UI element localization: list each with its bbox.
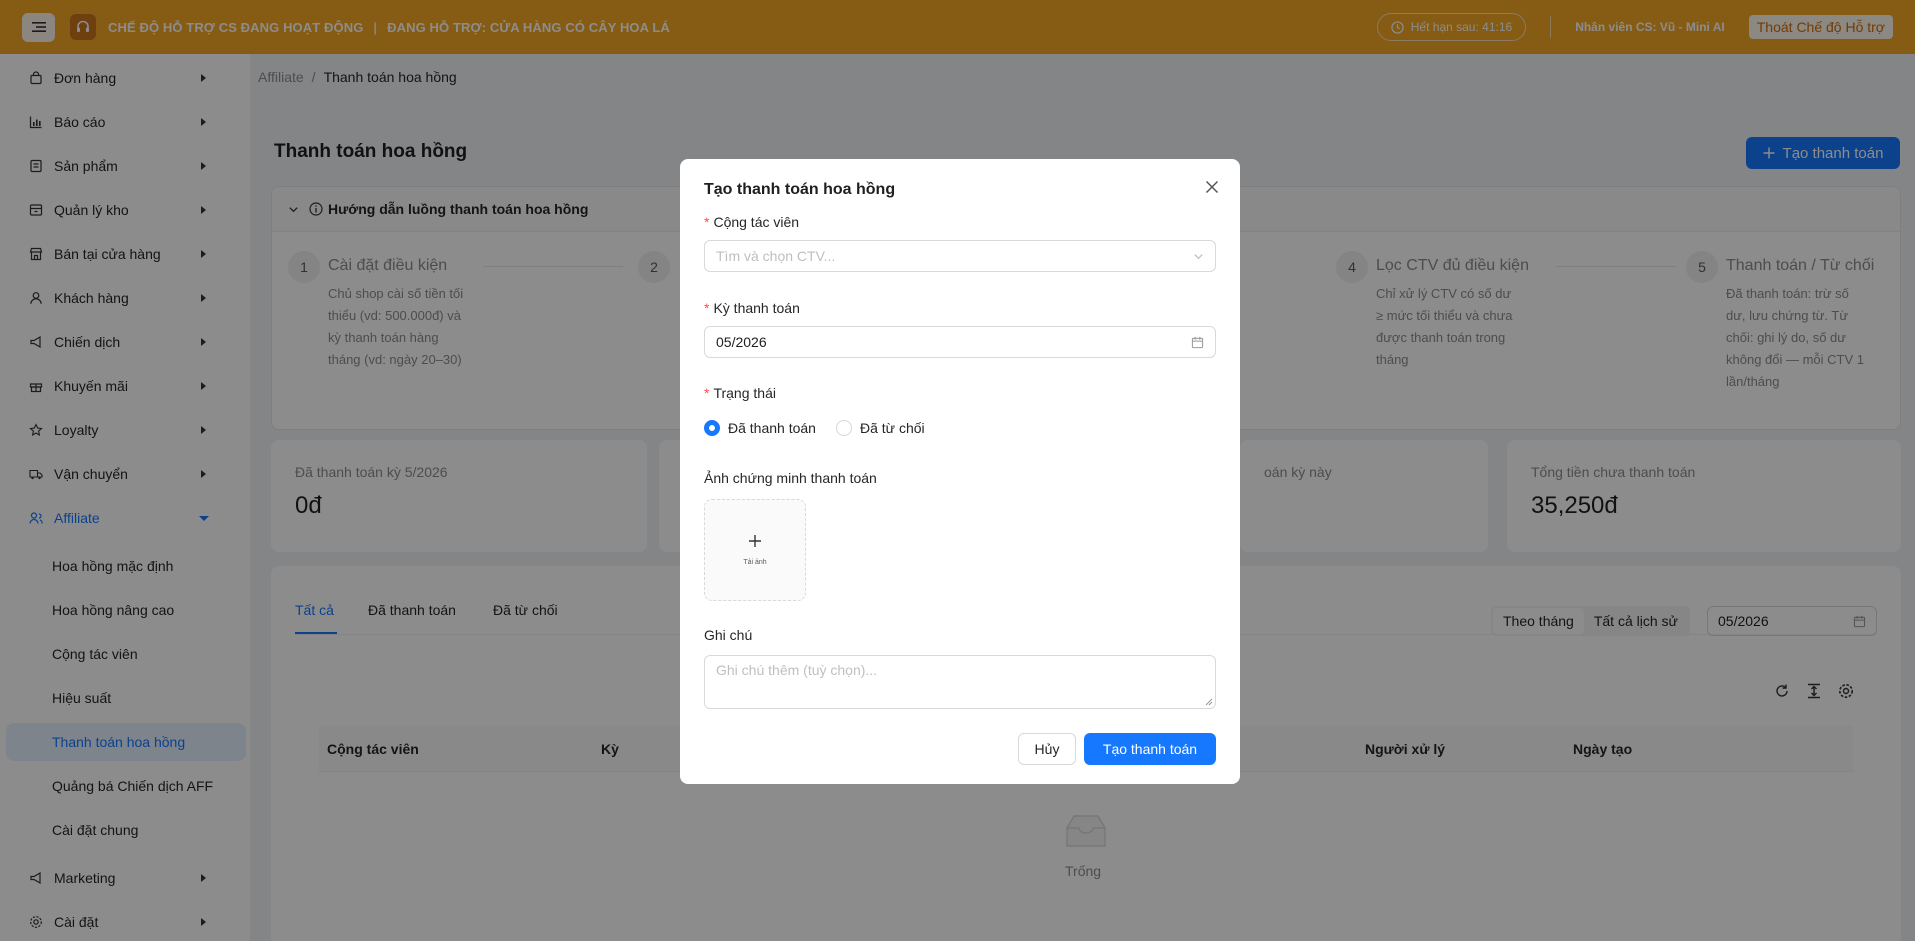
upload-text: Tải ảnh xyxy=(743,559,767,566)
modal-title: Tạo thanh toán hoa hồng xyxy=(704,181,896,198)
status-radio-paid[interactable]: Đã thanh toán xyxy=(704,420,816,436)
calendar-icon xyxy=(1191,336,1204,348)
proof-label: Ảnh chứng minh thanh toán xyxy=(704,470,877,486)
required-mark: * xyxy=(704,300,710,316)
radio-label: Đã thanh toán xyxy=(728,420,816,436)
period-label: * Kỳ thanh toán xyxy=(704,300,800,316)
plus-icon xyxy=(749,535,761,547)
ctv-select[interactable]: Tìm và chọn CTV... xyxy=(704,240,1216,272)
status-radio-rejected[interactable]: Đã từ chối xyxy=(836,420,925,436)
status-label: * Trạng thái xyxy=(704,385,776,401)
ctv-select-placeholder: Tìm và chọn CTV... xyxy=(716,248,836,264)
period-value: 05/2026 xyxy=(716,334,767,350)
radio-dot xyxy=(836,420,852,436)
radio-dot xyxy=(704,420,720,436)
resize-handle-icon[interactable] xyxy=(1205,698,1213,706)
submit-payment-button[interactable]: Tạo thanh toán xyxy=(1084,733,1216,765)
radio-label: Đã từ chối xyxy=(860,420,925,436)
ctv-label: * Cộng tác viên xyxy=(704,214,800,230)
note-label: Ghi chú xyxy=(704,627,753,643)
note-textarea[interactable]: Ghi chú thêm (tuỳ chọn)... xyxy=(704,655,1216,709)
close-icon[interactable] xyxy=(1204,179,1220,195)
create-payment-modal: Tạo thanh toán hoa hồng * Cộng tác viên T… xyxy=(680,159,1240,784)
required-mark: * xyxy=(704,214,710,230)
proof-upload-button[interactable]: Tải ảnh xyxy=(704,499,806,601)
required-mark: * xyxy=(704,385,710,401)
note-placeholder: Ghi chú thêm (tuỳ chọn)... xyxy=(716,662,878,678)
chevron-down-icon xyxy=(1194,253,1203,259)
period-picker[interactable]: 05/2026 xyxy=(704,326,1216,358)
cancel-button[interactable]: Hủy xyxy=(1018,733,1076,765)
